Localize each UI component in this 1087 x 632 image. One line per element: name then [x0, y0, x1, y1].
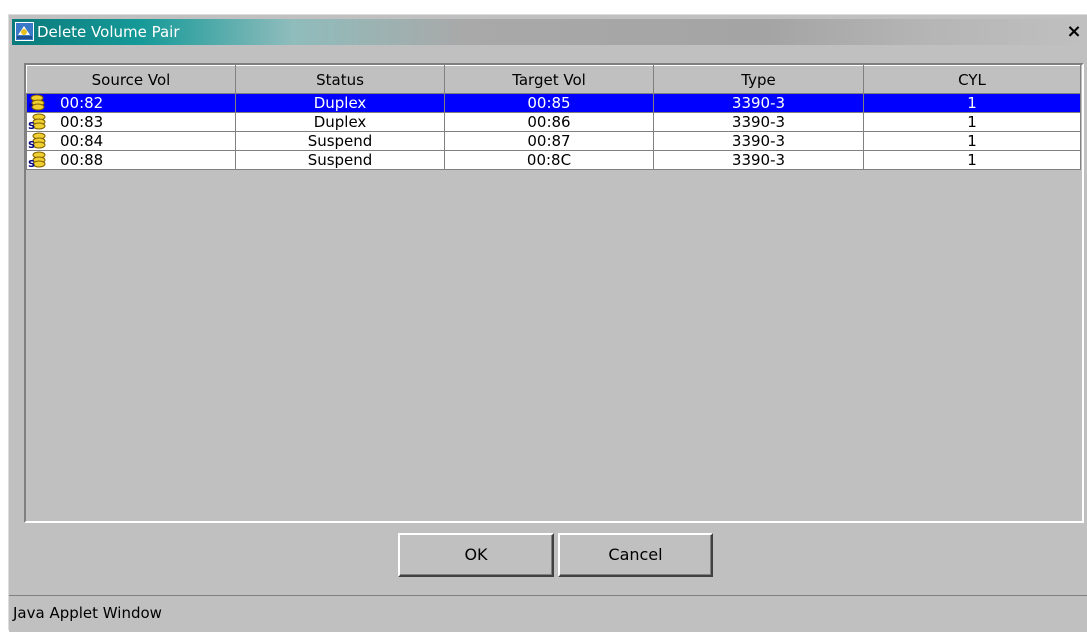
column-header-target-vol[interactable]: Target Vol: [444, 65, 654, 94]
java-applet-icon: [15, 22, 34, 41]
close-button[interactable]: ×: [1064, 23, 1084, 42]
cyl-cell: 1: [863, 112, 1081, 132]
table-row[interactable]: S 00:83 Duplex 00:86 3390-3 1: [26, 112, 1081, 132]
volume-pair-table: Source Vol Status Target Vol Type CYL 00…: [26, 65, 1081, 170]
source-vol-cell: S 00:84: [26, 131, 236, 151]
svg-text:S: S: [28, 159, 35, 168]
table-row[interactable]: S 00:84 Suspend 00:87 3390-3 1: [26, 131, 1081, 151]
cyl-cell: 1: [863, 131, 1081, 151]
status-cell: Suspend: [235, 150, 445, 170]
column-header-type[interactable]: Type: [653, 65, 864, 94]
status-cell: Duplex: [235, 112, 445, 132]
ok-button[interactable]: OK: [398, 533, 554, 577]
table-header-row: Source Vol Status Target Vol Type CYL: [26, 65, 1081, 94]
target-vol-cell: 00:87: [444, 131, 654, 151]
type-cell: 3390-3: [653, 150, 864, 170]
window-title: Delete Volume Pair: [37, 23, 180, 41]
target-vol-cell: 00:8C: [444, 150, 654, 170]
target-vol-cell: 00:86: [444, 112, 654, 132]
source-vol-cell: S 00:83: [26, 112, 236, 132]
table-row[interactable]: S 00:88 Suspend 00:8C 3390-3 1: [26, 150, 1081, 170]
title-bar[interactable]: Delete Volume Pair ×: [12, 19, 1087, 45]
column-header-cyl[interactable]: CYL: [863, 65, 1081, 94]
svg-text:S: S: [28, 140, 35, 149]
column-header-status[interactable]: Status: [235, 65, 445, 94]
cyl-cell: 1: [863, 93, 1081, 113]
type-cell: 3390-3: [653, 93, 864, 113]
primary-volume-icon: [29, 94, 45, 111]
svg-text:S: S: [28, 121, 35, 130]
column-header-source-vol[interactable]: Source Vol: [26, 65, 236, 94]
source-vol-cell: S 00:88: [26, 150, 236, 170]
secondary-volume-icon: S: [28, 151, 46, 168]
status-text: Java Applet Window: [13, 604, 162, 622]
cyl-cell: 1: [863, 150, 1081, 170]
volume-pair-table-panel[interactable]: Source Vol Status Target Vol Type CYL 00…: [24, 63, 1084, 523]
secondary-volume-icon: S: [28, 132, 46, 149]
cancel-button[interactable]: Cancel: [558, 533, 713, 577]
type-cell: 3390-3: [653, 131, 864, 151]
dialog-window: Delete Volume Pair × Source Vol Status T…: [8, 14, 1087, 632]
table-row[interactable]: 00:82 Duplex 00:85 3390-3 1: [26, 93, 1081, 113]
button-bar: OK Cancel: [9, 533, 1087, 579]
source-vol-cell: 00:82: [26, 93, 236, 113]
status-bar: Java Applet Window: [9, 595, 1087, 632]
type-cell: 3390-3: [653, 112, 864, 132]
close-icon: ×: [1066, 21, 1082, 42]
status-cell: Duplex: [235, 93, 445, 113]
secondary-volume-icon: S: [28, 113, 46, 130]
target-vol-cell: 00:85: [444, 93, 654, 113]
status-cell: Suspend: [235, 131, 445, 151]
